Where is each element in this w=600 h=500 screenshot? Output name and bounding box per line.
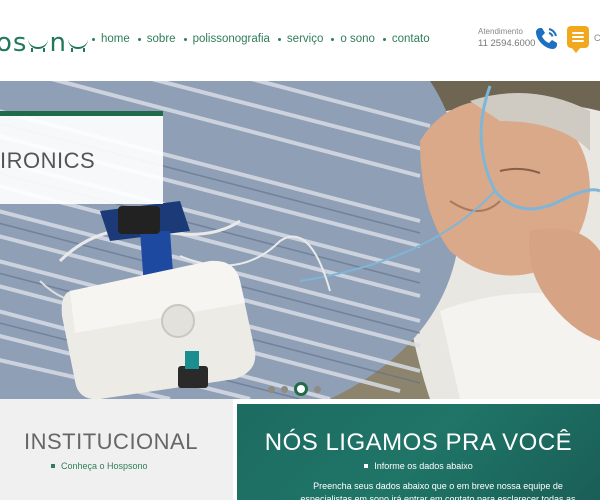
institucional-link[interactable]: Conheça o Hospsono bbox=[51, 461, 148, 471]
logo-text-left: os bbox=[0, 28, 28, 58]
bullet-icon bbox=[51, 464, 55, 468]
nav-bullet bbox=[382, 37, 386, 41]
logo-eye bbox=[28, 39, 49, 52]
callback-title: NÓS LIGAMOS PRA VOCÊ bbox=[264, 429, 573, 456]
logo-eye-2 bbox=[67, 39, 88, 52]
chat-line bbox=[572, 40, 584, 42]
chat-line bbox=[572, 36, 584, 38]
callback-subtitle: Informe os dados abaixo bbox=[237, 461, 600, 471]
institucional-title: INSTITUCIONAL bbox=[24, 429, 198, 454]
logo-text-right: n bbox=[49, 28, 67, 58]
nav-item-sobre[interactable]: sobre bbox=[137, 33, 176, 45]
nav-bullet bbox=[137, 37, 141, 41]
nav-bullet bbox=[183, 37, 187, 41]
nav-item-contato[interactable]: contato bbox=[382, 33, 430, 45]
slider-pagination bbox=[268, 382, 321, 396]
slide-caption: IRONICS bbox=[0, 148, 96, 173]
callback-description: Preencha seus dados abaixo que o em brev… bbox=[300, 481, 576, 500]
slide-dot-4[interactable] bbox=[314, 385, 321, 393]
contact-info: Atendimento 11 2594.6000 bbox=[478, 27, 535, 49]
chat-icon[interactable] bbox=[567, 26, 589, 53]
institucional-panel: INSTITUCIONAL Conheça o Hospsono bbox=[0, 399, 233, 500]
nav-item-servico[interactable]: serviço bbox=[277, 33, 324, 45]
nav-item-o-sono[interactable]: o sono bbox=[331, 33, 375, 45]
institucional-link-label: Conheça o Hospsono bbox=[61, 461, 148, 471]
phone-icon[interactable] bbox=[534, 25, 560, 51]
nav-item-home[interactable]: home bbox=[92, 33, 130, 45]
nav-bullet bbox=[92, 37, 95, 41]
nav-item-polissonografia[interactable]: polissonografia bbox=[183, 33, 270, 45]
callback-subtitle-label: Informe os dados abaixo bbox=[374, 461, 473, 471]
nav-label: contato bbox=[391, 33, 430, 45]
nav-label: sobre bbox=[146, 33, 176, 45]
slide-dot-2[interactable] bbox=[281, 385, 288, 393]
contact-label: Atendimento bbox=[478, 27, 523, 36]
chat-label: C bbox=[594, 33, 600, 43]
callback-panel: NÓS LIGAMOS PRA VOCÊ Informe os dados ab… bbox=[237, 404, 600, 500]
nav-label: o sono bbox=[340, 33, 375, 45]
nav-label: home bbox=[101, 33, 130, 45]
nav-bullet bbox=[277, 37, 281, 41]
nav-bullet bbox=[331, 37, 335, 41]
bullet-icon bbox=[364, 464, 369, 468]
chat-line bbox=[572, 32, 584, 34]
contact-phone[interactable]: 11 2594.6000 bbox=[478, 38, 535, 49]
slide-dot-1[interactable] bbox=[268, 385, 275, 393]
nav-label: serviço bbox=[286, 33, 324, 45]
slide-caption-box: IRONICS bbox=[0, 111, 163, 204]
hero-slider: IRONICS bbox=[0, 81, 600, 399]
slide-dot-3-active[interactable] bbox=[294, 382, 308, 396]
logo[interactable]: os n bbox=[0, 24, 89, 58]
header: os n home sobre polissonografia serviço … bbox=[0, 0, 600, 81]
page: os n home sobre polissonografia serviço … bbox=[0, 0, 600, 500]
nav-label: polissonografia bbox=[192, 33, 270, 45]
main-nav: home sobre polissonografia serviço o son… bbox=[92, 33, 430, 45]
